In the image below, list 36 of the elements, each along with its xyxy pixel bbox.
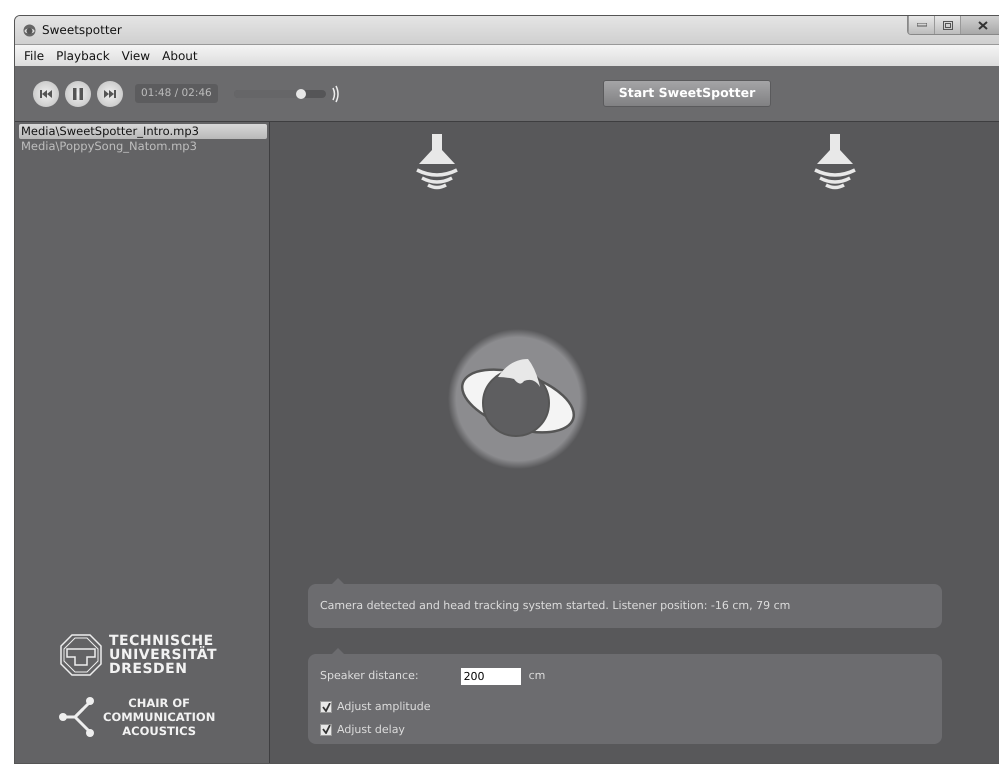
next-button[interactable] — [97, 80, 123, 106]
menu-item[interactable]: Playback — [51, 46, 115, 64]
status-message: Camera detected and head tracking system started. Listener position: -16 cm, 79 cm — [320, 598, 790, 612]
university-logo-icon — [59, 633, 103, 677]
app-icon — [23, 24, 36, 36]
unit-label: cm — [528, 668, 546, 684]
field-label: Speaker distance: — [320, 668, 419, 684]
close-button[interactable] — [960, 16, 999, 34]
checkbox-label: Adjust amplitude — [337, 699, 430, 715]
checkbox-label: Adjust delay — [337, 722, 405, 738]
volume-slider[interactable] — [234, 90, 326, 98]
playlist-item[interactable]: Media\SweetSpotter_Intro.mp3 — [19, 124, 267, 139]
check-icon — [322, 725, 330, 734]
menu-item[interactable]: About — [157, 46, 203, 64]
check-icon — [322, 702, 330, 712]
close-icon — [978, 20, 988, 30]
slider-thumb[interactable] — [296, 88, 306, 98]
next-icon — [104, 90, 116, 98]
chair-name: CHAIR OF COMMUNICATION ACOUSTICS — [103, 696, 216, 738]
menu-item[interactable]: File — [19, 46, 50, 64]
checkbox[interactable] — [320, 701, 332, 714]
previous-icon — [40, 90, 52, 98]
previous-button[interactable] — [33, 80, 59, 106]
minimize-button[interactable] — [908, 16, 934, 34]
university-name: TECHNISCHE UNIVERSITÄT DRESDEN — [109, 634, 218, 676]
pause-button[interactable] — [65, 80, 91, 106]
maximize-button[interactable] — [934, 16, 960, 34]
speaker-distance-field[interactable]: 200 — [460, 668, 521, 685]
minimize-icon — [916, 23, 926, 27]
pause-icon — [73, 88, 83, 100]
time-display: 01:48 / 02:46 — [135, 84, 218, 104]
volume-icon — [332, 84, 340, 102]
checkbox[interactable] — [320, 724, 332, 736]
window-title: Sweetspotter — [42, 22, 122, 39]
maximize-icon — [942, 20, 952, 30]
menu-item[interactable]: View — [116, 46, 156, 64]
